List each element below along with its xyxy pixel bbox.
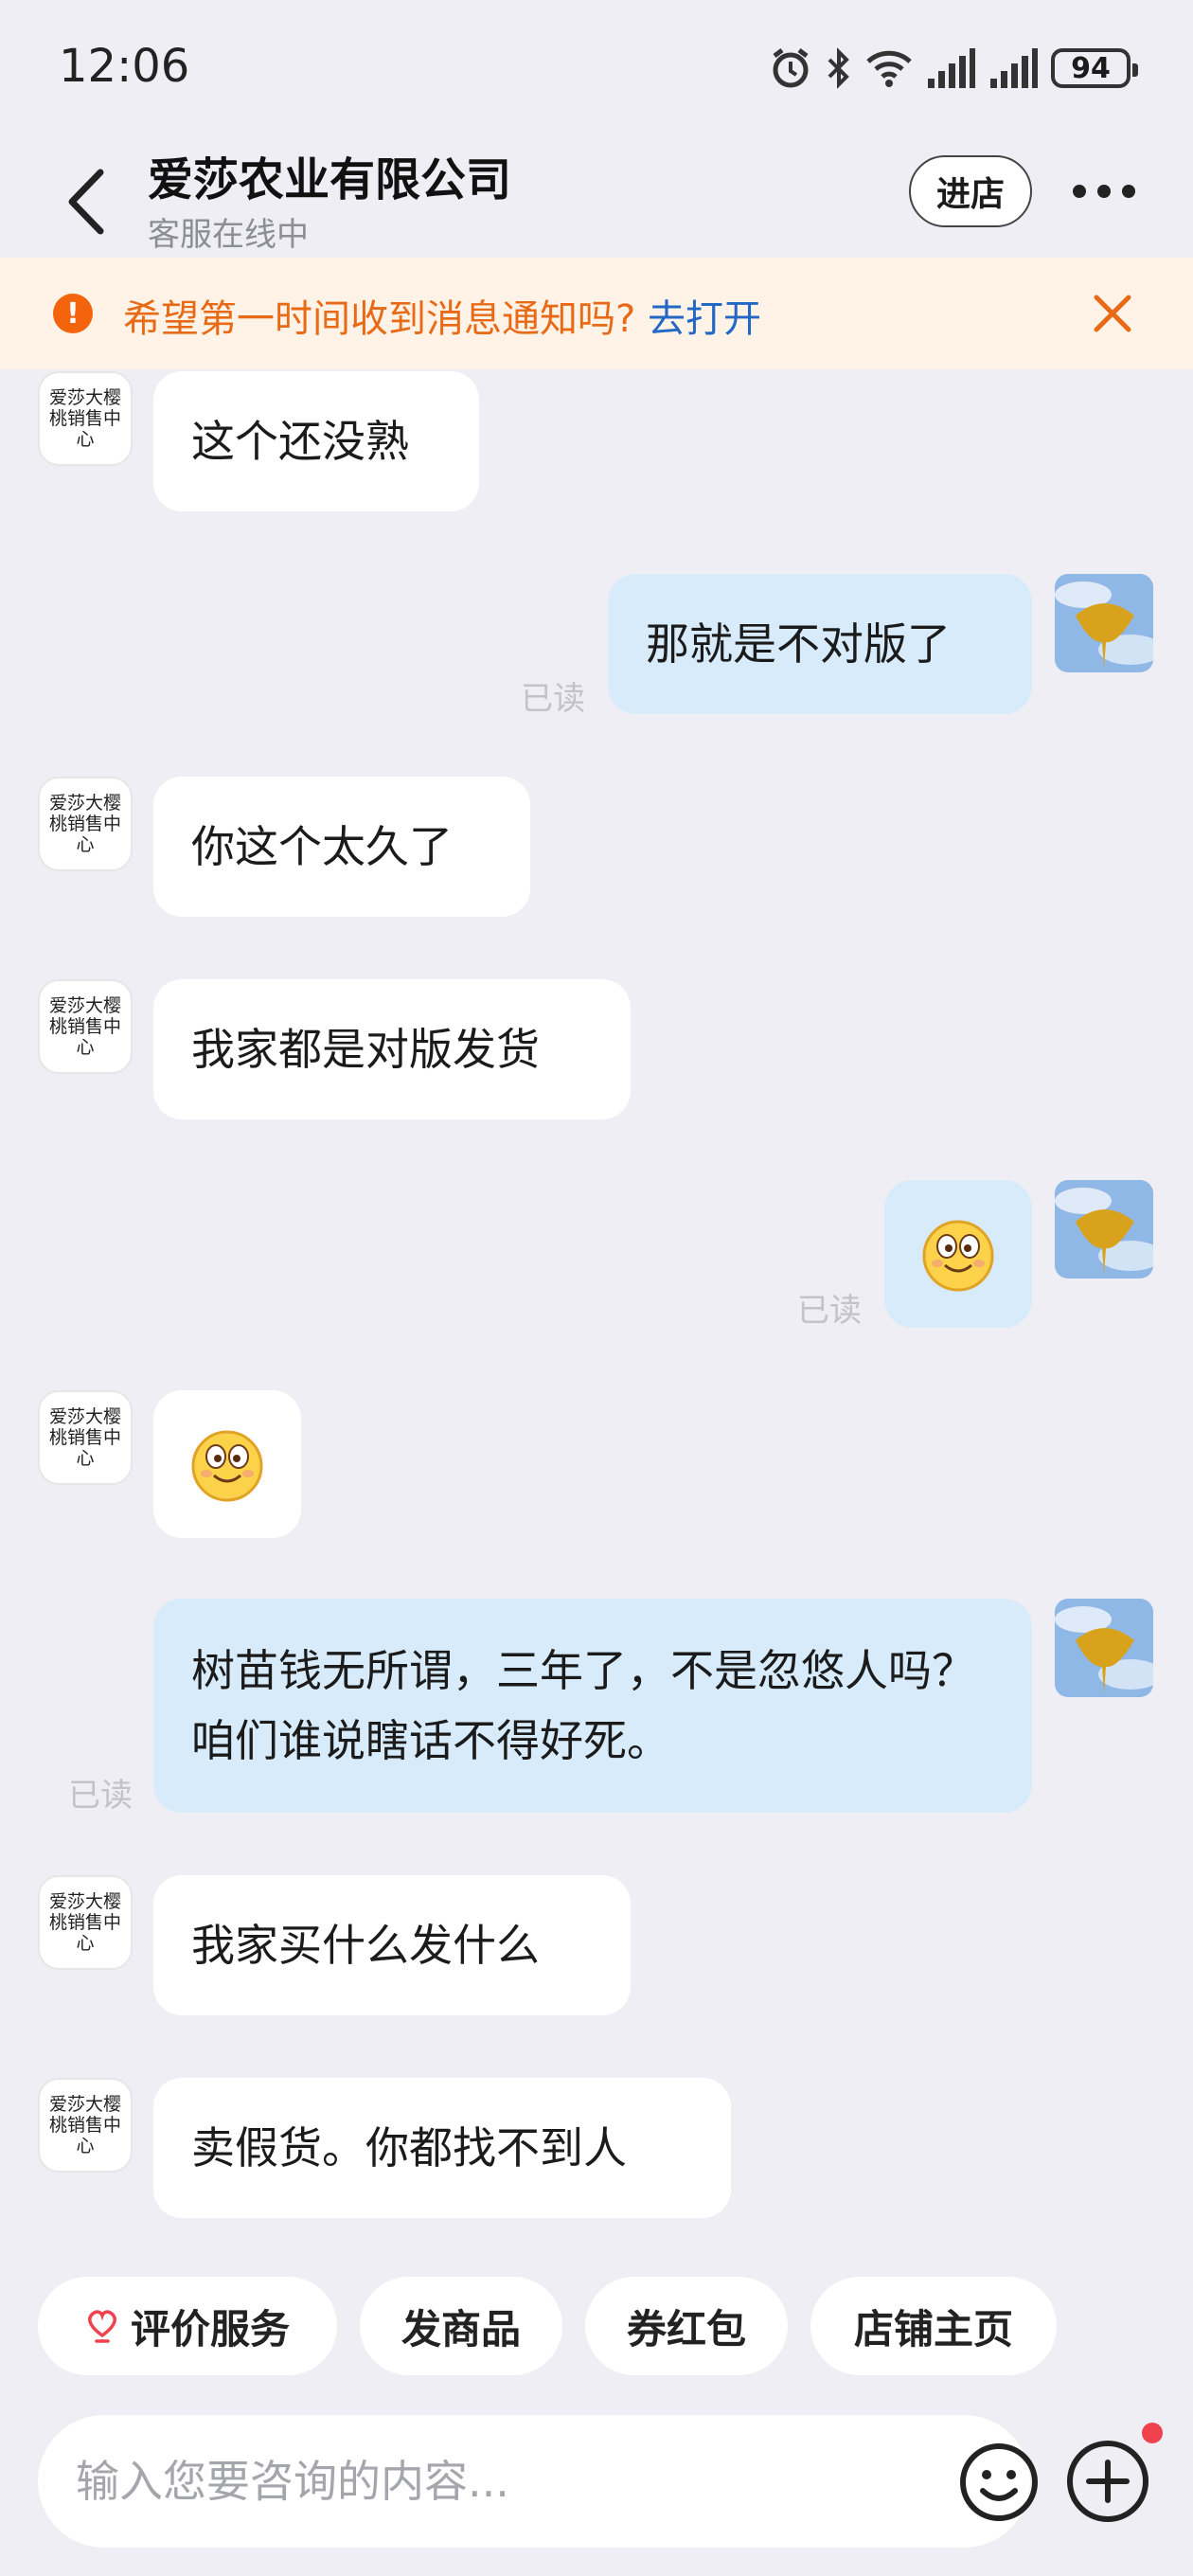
service-status: 客服在线中 xyxy=(148,216,309,254)
message-input-container xyxy=(38,2415,1038,2548)
back-icon[interactable] xyxy=(59,159,116,244)
shop-avatar[interactable]: 爱莎大樱桃销售中心 xyxy=(38,1390,133,1485)
rate-service-chip[interactable]: 评价服务 xyxy=(38,2277,337,2375)
signal-icon-1 xyxy=(928,48,975,88)
message-bubble-outgoing xyxy=(884,1180,1032,1328)
shop-avatar[interactable]: 爱莎大樱桃销售中心 xyxy=(38,979,133,1074)
enable-notification-link[interactable]: 去打开 xyxy=(648,297,761,341)
message-bubble-incoming xyxy=(153,1390,301,1538)
plus-icon[interactable] xyxy=(1064,2438,1151,2525)
more-icon[interactable] xyxy=(1070,180,1138,203)
shop-avatar[interactable]: 爱莎大樱桃销售中心 xyxy=(38,371,133,466)
alert-icon: ! xyxy=(53,294,93,333)
shop-avatar[interactable]: 爱莎大樱桃销售中心 xyxy=(38,2078,133,2173)
read-receipt: 已读 xyxy=(521,680,585,718)
close-icon[interactable] xyxy=(1091,292,1134,335)
read-receipt: 已读 xyxy=(797,1292,862,1330)
enter-store-button[interactable]: 进店 xyxy=(909,155,1032,227)
shop-title: 爱莎农业有限公司 xyxy=(148,153,512,206)
user-avatar[interactable] xyxy=(1055,1180,1153,1279)
smile-emoji-icon xyxy=(922,1220,994,1292)
message-bubble-incoming: 卖假货。你都找不到人 xyxy=(153,2078,731,2218)
heart-person-icon xyxy=(88,2310,116,2343)
message-bubble-incoming: 我家买什么发什么 xyxy=(153,1875,631,2015)
notification-dot xyxy=(1142,2423,1163,2443)
battery-indicator: 94 xyxy=(1051,48,1138,88)
shop-avatar[interactable]: 爱莎大樱桃销售中心 xyxy=(38,1875,133,1970)
chip-label: 评价服务 xyxy=(130,2305,290,2352)
coupon-chip[interactable]: 券红包 xyxy=(585,2277,788,2375)
alarm-icon xyxy=(773,48,809,88)
status-bar: 12:06 94 xyxy=(0,0,1193,142)
status-icons: 94 xyxy=(769,44,1138,93)
bluetooth-icon xyxy=(828,47,849,89)
message-bubble-outgoing: 树苗钱无所谓，三年了，不是忽悠人吗？咱们谁说瞎话不得好死。 xyxy=(153,1599,1032,1813)
smile-emoji-icon xyxy=(191,1430,263,1502)
user-avatar[interactable] xyxy=(1055,1599,1153,1697)
send-product-chip[interactable]: 发商品 xyxy=(360,2277,562,2375)
store-homepage-chip[interactable]: 店铺主页 xyxy=(810,2277,1057,2375)
message-bubble-incoming: 我家都是对版发货 xyxy=(153,979,631,1119)
read-receipt: 已读 xyxy=(68,1777,133,1815)
message-bubble-incoming: 你这个太久了 xyxy=(153,777,530,917)
message-bubble-incoming: 这个还没熟 xyxy=(153,371,479,511)
chat-header: 爱莎农业有限公司 客服在线中 进店 xyxy=(0,142,1193,258)
notification-text: 希望第一时间收到消息通知吗? 去打开 xyxy=(123,297,761,341)
user-avatar[interactable] xyxy=(1055,574,1153,672)
wifi-icon xyxy=(866,50,912,87)
message-input[interactable] xyxy=(76,2415,909,2548)
emoji-icon[interactable] xyxy=(958,2442,1040,2523)
signal-icon-2 xyxy=(990,48,1038,88)
status-time: 12:06 xyxy=(59,40,190,93)
message-bubble-outgoing: 那就是不对版了 xyxy=(608,574,1032,714)
notification-banner: ! 希望第一时间收到消息通知吗? 去打开 xyxy=(0,258,1193,369)
shop-avatar[interactable]: 爱莎大樱桃销售中心 xyxy=(38,777,133,871)
